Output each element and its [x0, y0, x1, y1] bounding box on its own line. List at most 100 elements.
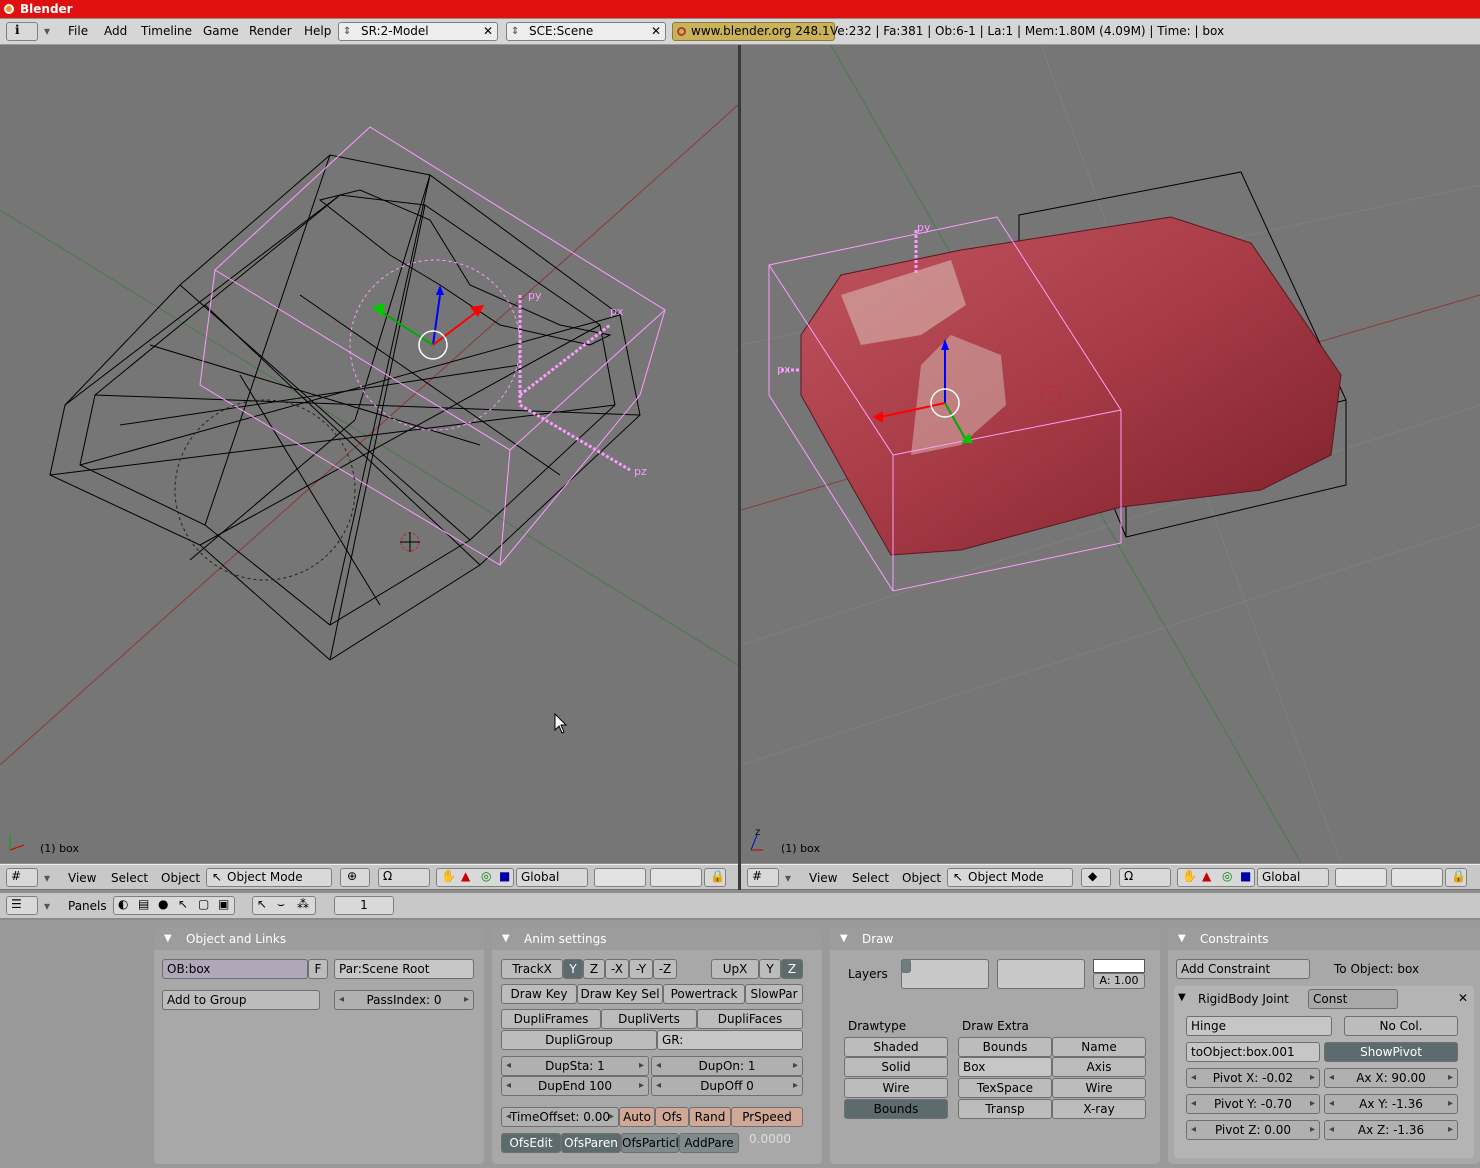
rand-button[interactable]: Rand — [689, 1107, 731, 1127]
draw-key-button[interactable]: Draw Key — [501, 984, 577, 1004]
3d-viewport-left[interactable]: py px pz (1) box — [0, 45, 738, 863]
drawextra-axis[interactable]: Axis — [1052, 1057, 1146, 1077]
no-collision-button[interactable]: No Col. — [1344, 1016, 1458, 1036]
layer-buttons-2[interactable] — [650, 868, 702, 887]
joint-type-selector[interactable]: Hinge — [1186, 1016, 1332, 1036]
panel-header[interactable]: ▼ Draw — [830, 928, 1160, 950]
drawtype-bounds[interactable]: Bounds — [844, 1099, 948, 1119]
manipulator-buttons[interactable]: ✋ ▲ ◎ ■ — [1177, 868, 1255, 887]
drawtype-shaded[interactable]: Shaded — [844, 1037, 948, 1057]
axis-y-field[interactable]: Ax Y: -1.36 — [1324, 1094, 1458, 1114]
menu-select[interactable]: Select — [111, 871, 148, 885]
collapse-menu-icon[interactable]: ▾ — [785, 871, 791, 885]
lock-layers-button[interactable]: 🔒 — [704, 868, 726, 887]
slowpar-button[interactable]: SlowPar — [745, 984, 803, 1004]
dupoff-field[interactable]: DupOff 0 — [651, 1076, 803, 1096]
pivot-x-field[interactable]: Pivot X: -0.02 — [1186, 1068, 1320, 1088]
track-y-button[interactable]: Y — [563, 959, 583, 979]
add-to-group-button[interactable]: Add to Group — [162, 990, 320, 1010]
drawextra-xray[interactable]: X-ray — [1052, 1099, 1146, 1119]
layer-buttons-2[interactable] — [1391, 868, 1443, 887]
menu-object[interactable]: Object — [902, 871, 941, 885]
dupliverts-button[interactable]: DupliVerts — [601, 1009, 697, 1029]
auto-button[interactable]: Auto — [619, 1107, 655, 1127]
alpha-field[interactable]: A: 1.00 — [1093, 973, 1145, 989]
menu-game[interactable]: Game — [203, 24, 239, 38]
menu-render[interactable]: Render — [249, 24, 292, 38]
prspeed-button[interactable]: PrSpeed — [731, 1107, 803, 1127]
menu-help[interactable]: Help — [304, 24, 331, 38]
editor-type-buttons-button[interactable]: ☰ — [6, 896, 38, 915]
group-field[interactable]: GR: — [657, 1030, 803, 1050]
dupliframes-button[interactable]: DupliFrames — [501, 1009, 601, 1029]
scene-selector[interactable]: ⇕ SCE:Scene ✕ — [506, 22, 666, 41]
collapse-triangle-icon[interactable]: ▼ — [1178, 992, 1186, 1003]
pivot-z-field[interactable]: Pivot Z: 0.00 — [1186, 1120, 1320, 1140]
orientation-selector[interactable]: Global — [1257, 868, 1329, 887]
addpare-button[interactable]: AddPare — [679, 1133, 739, 1153]
fake-user-button[interactable]: F — [308, 959, 328, 979]
drawextra-name[interactable]: Name — [1052, 1037, 1146, 1057]
editor-type-3dview-button[interactable]: # — [6, 868, 38, 887]
subcontext-buttons[interactable]: ↖ ⌣ ⁂ — [252, 896, 316, 915]
track-z-button[interactable]: Z — [583, 959, 605, 979]
pivot-y-field[interactable]: Pivot Y: -0.70 — [1186, 1094, 1320, 1114]
drawtype-wire[interactable]: Wire — [844, 1078, 948, 1098]
duplifaces-button[interactable]: DupliFaces — [697, 1009, 803, 1029]
frame-number-field[interactable]: 1 — [334, 896, 394, 915]
editor-type-info-button[interactable]: i — [6, 22, 38, 41]
menu-object[interactable]: Object — [161, 871, 200, 885]
dupend-field[interactable]: DupEnd 100 — [501, 1076, 649, 1096]
menu-select[interactable]: Select — [852, 871, 889, 885]
close-icon[interactable]: ✕ — [649, 24, 663, 38]
parent-field[interactable]: Par:Scene Root — [334, 959, 474, 979]
mode-selector[interactable]: ↖ Object Mode — [947, 868, 1073, 887]
up-z-button[interactable]: Z — [781, 959, 803, 979]
menu-view[interactable]: View — [809, 871, 837, 885]
delete-constraint-icon[interactable]: ✕ — [1458, 991, 1468, 1005]
panel-header[interactable]: ▼ Constraints — [1168, 928, 1480, 950]
show-pivot-button[interactable]: ShowPivot — [1324, 1042, 1458, 1062]
3d-viewport-right[interactable]: py px z (1) box — [741, 45, 1480, 863]
time-offset-field[interactable]: TimeOffset: 0.00 — [501, 1107, 619, 1127]
dupon-field[interactable]: DupOn: 1 — [651, 1056, 803, 1076]
pivot-selector[interactable]: ⊕ — [340, 868, 370, 887]
blender-url-badge[interactable]: www.blender.org 248.1 — [672, 22, 835, 41]
dupligroup-button[interactable]: DupliGroup — [501, 1030, 657, 1050]
to-object-field[interactable]: toObject:box.001 — [1186, 1042, 1320, 1062]
draw-key-sel-button[interactable]: Draw Key Sel — [577, 984, 663, 1004]
ofsparticl-button[interactable]: OfsParticl — [621, 1133, 679, 1153]
drawextra-wire[interactable]: Wire — [1052, 1078, 1146, 1098]
layer-buttons-1[interactable] — [901, 959, 989, 989]
track-x-button[interactable]: TrackX — [501, 959, 563, 979]
snap-toggle[interactable]: Ω — [378, 868, 430, 887]
menu-panels[interactable]: Panels — [68, 899, 107, 913]
manipulator-buttons[interactable]: ✋ ▲ ◎ ■ — [436, 868, 514, 887]
menu-add[interactable]: Add — [104, 24, 127, 38]
ofs-button[interactable]: Ofs — [655, 1107, 689, 1127]
panel-header[interactable]: ▼ Anim settings — [492, 928, 822, 950]
snap-toggle[interactable]: Ω — [1119, 868, 1171, 887]
layer-buttons-1[interactable] — [594, 868, 646, 887]
menu-view[interactable]: View — [68, 871, 96, 885]
collapse-triangle-icon[interactable]: ▼ — [164, 928, 172, 950]
drawextra-texspace[interactable]: TexSpace — [958, 1078, 1052, 1098]
bounds-type-selector[interactable]: Box — [958, 1057, 1052, 1077]
menu-timeline[interactable]: Timeline — [141, 24, 192, 38]
object-name-field[interactable]: OB:box — [162, 959, 308, 979]
add-constraint-button[interactable]: Add Constraint — [1176, 959, 1310, 979]
drawtype-solid[interactable]: Solid — [844, 1057, 948, 1077]
collapse-menu-icon[interactable]: ▾ — [44, 871, 50, 885]
context-buttons[interactable]: ◐ ▤ ● ↖ ▢ ▣ — [113, 896, 235, 915]
axis-z-field[interactable]: Ax Z: -1.36 — [1324, 1120, 1458, 1140]
orientation-selector[interactable]: Global — [516, 868, 588, 887]
lock-layers-button[interactable]: 🔒 — [1445, 868, 1467, 887]
mode-selector[interactable]: ↖ Object Mode — [206, 868, 332, 887]
powertrack-button[interactable]: Powertrack — [663, 984, 745, 1004]
drawextra-transp[interactable]: Transp — [958, 1099, 1052, 1119]
collapse-triangle-icon[interactable]: ▼ — [502, 928, 510, 950]
up-y-button[interactable]: Y — [759, 959, 781, 979]
ofsparen-button[interactable]: OfsParen — [561, 1133, 621, 1153]
object-color-swatch[interactable] — [1093, 959, 1145, 973]
menu-file[interactable]: File — [68, 24, 88, 38]
